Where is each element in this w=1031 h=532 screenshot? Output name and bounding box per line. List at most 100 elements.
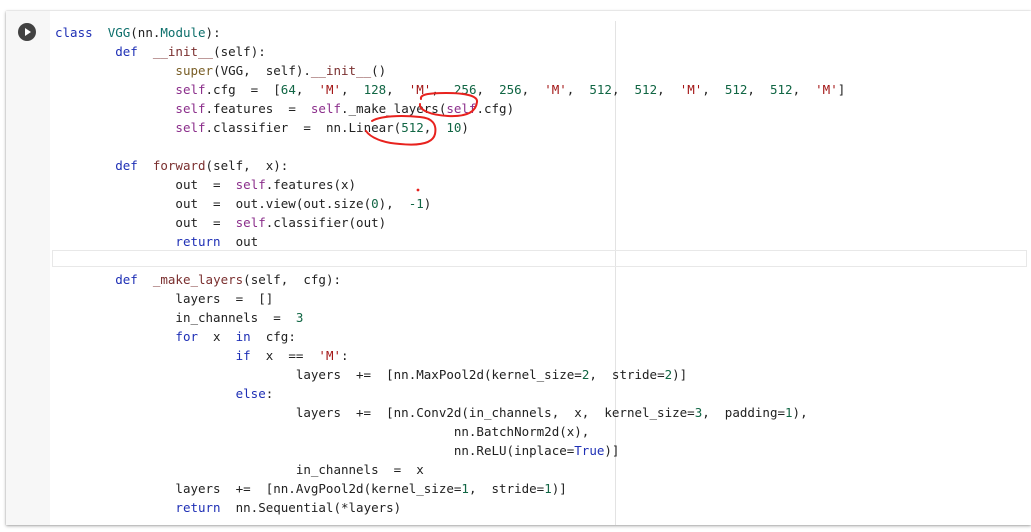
code-token: else <box>235 386 266 401</box>
code-line[interactable]: out = out.view(out.size(0), -1) <box>55 194 845 213</box>
code-line[interactable]: layers += [nn.Conv2d(in_channels, x, ker… <box>55 403 845 422</box>
code-line[interactable] <box>55 251 845 270</box>
code-token: 512 <box>724 82 748 97</box>
code-token: , <box>792 82 816 97</box>
code-token: True <box>574 443 605 458</box>
code-token: in_channels = <box>175 310 296 325</box>
code-token: .features = <box>205 101 311 116</box>
code-line[interactable]: class VGG(nn.Module): <box>55 23 845 42</box>
code-token: def <box>115 158 138 173</box>
code-line[interactable]: out = self.classifier(out) <box>55 213 845 232</box>
code-line[interactable]: for x in cfg: <box>55 327 845 346</box>
code-token: ) <box>423 196 432 211</box>
code-token: __init__ <box>310 63 372 78</box>
code-token: 1 <box>544 481 552 496</box>
code-token: , <box>341 82 364 97</box>
code-token: out <box>220 234 259 249</box>
code-token: , stride= <box>589 367 665 382</box>
code-token: , <box>423 120 447 135</box>
code-token: 64 <box>280 82 296 97</box>
code-line[interactable]: layers += [nn.AvgPool2d(kernel_size= 1, s… <box>55 479 845 498</box>
code-line[interactable]: self.classifier = nn.Linear(512, 10) <box>55 118 845 137</box>
code-line[interactable]: def _make_layers(self, cfg): <box>55 270 845 289</box>
code-token: ) <box>461 120 469 135</box>
code-token: , <box>476 82 500 97</box>
code-line[interactable]: in_channels = 3 <box>55 308 845 327</box>
code-line[interactable]: def forward(self, x): <box>55 156 845 175</box>
code-token: (VGG, self). <box>213 63 311 78</box>
code-token: , stride= <box>468 481 545 496</box>
code-token: in <box>235 329 251 344</box>
code-token: if <box>235 348 251 363</box>
code-line[interactable]: nn.ReLU(inplace=True)] <box>55 441 845 460</box>
code-token: forward <box>152 158 206 173</box>
code-token: x <box>198 329 236 344</box>
code-token: )] <box>551 481 567 496</box>
code-token: ): <box>205 25 221 40</box>
code-line[interactable]: self.features = self._make_layers(self.c… <box>55 99 845 118</box>
code-token: self <box>310 101 341 116</box>
code-token: layers = [] <box>175 291 274 306</box>
code-token: nn.BatchNorm2d(x), <box>453 424 590 439</box>
code-line[interactable] <box>55 137 845 156</box>
code-token: (self, cfg): <box>243 272 342 287</box>
code-line[interactable]: out = self.features(x) <box>55 175 845 194</box>
code-token: self <box>446 101 477 116</box>
code-token: def <box>115 44 138 59</box>
code-token: , <box>431 82 454 97</box>
code-line[interactable]: super(VGG, self).__init__() <box>55 61 845 80</box>
code-token: 128 <box>363 82 387 97</box>
code-token: -1 <box>408 196 424 211</box>
code-token: return <box>175 234 221 249</box>
code-token: 256 <box>499 82 522 97</box>
code-token: (self): <box>213 44 266 59</box>
code-line[interactable]: def __init__(self): <box>55 42 845 61</box>
code-token: self <box>175 120 206 135</box>
code-token: .classifier(out) <box>265 215 387 230</box>
code-token: 512 <box>589 82 612 97</box>
code-line[interactable]: nn.BatchNorm2d(x), <box>55 422 845 441</box>
code-token: self <box>235 215 266 230</box>
code-line[interactable]: else: <box>55 384 845 403</box>
code-token: (self, x): <box>205 158 289 173</box>
code-token: in_channels = x <box>295 462 424 477</box>
code-token: 'M' <box>408 82 432 97</box>
code-token: , <box>295 82 319 97</box>
code-line[interactable]: layers += [nn.MaxPool2d(kernel_size= 2, s… <box>55 365 845 384</box>
code-line[interactable]: layers = [] <box>55 289 845 308</box>
run-cell-button[interactable] <box>18 23 36 41</box>
code-token: : <box>265 386 274 401</box>
code-token: 'M' <box>318 82 342 97</box>
code-token: layers += [nn.Conv2d(in_channels, x, ker… <box>295 405 695 420</box>
code-editor[interactable]: class VGG(nn.Module): def __init__(self)… <box>50 11 1031 525</box>
code-token: ._make_layers( <box>341 101 447 116</box>
code-token: super <box>175 63 214 78</box>
code-token: return <box>175 500 221 515</box>
code-token: ), <box>378 196 409 211</box>
code-token: _make_layers <box>152 272 244 287</box>
code-cell[interactable]: class VGG(nn.Module): def __init__(self)… <box>6 11 1031 525</box>
cell-gutter <box>6 11 50 525</box>
code-token: for <box>175 329 198 344</box>
code-line[interactable]: if x == 'M': <box>55 346 845 365</box>
code-line[interactable]: return nn.Sequential(*layers) <box>55 498 845 517</box>
code-token: Module <box>160 25 206 40</box>
code-token: () <box>371 63 387 78</box>
code-token: 'M' <box>318 348 341 363</box>
code-token: , <box>657 82 680 97</box>
code-line[interactable]: in_channels = x <box>55 460 845 479</box>
code-line[interactable]: self.cfg = [64, 'M', 128, 'M', 256, 256,… <box>55 80 845 99</box>
code-token: layers += [nn.AvgPool2d(kernel_size= <box>175 481 462 496</box>
code-token: .cfg = [ <box>205 82 281 97</box>
code-text[interactable]: class VGG(nn.Module): def __init__(self)… <box>55 23 845 517</box>
code-token: 512 <box>634 82 658 97</box>
code-token: , <box>566 82 590 97</box>
code-token: cfg: <box>250 329 296 344</box>
code-token: (nn. <box>130 25 161 40</box>
code-token: out = out.view(out.size( <box>175 196 372 211</box>
code-line[interactable]: return out <box>55 232 845 251</box>
code-token: __init__ <box>152 44 214 59</box>
